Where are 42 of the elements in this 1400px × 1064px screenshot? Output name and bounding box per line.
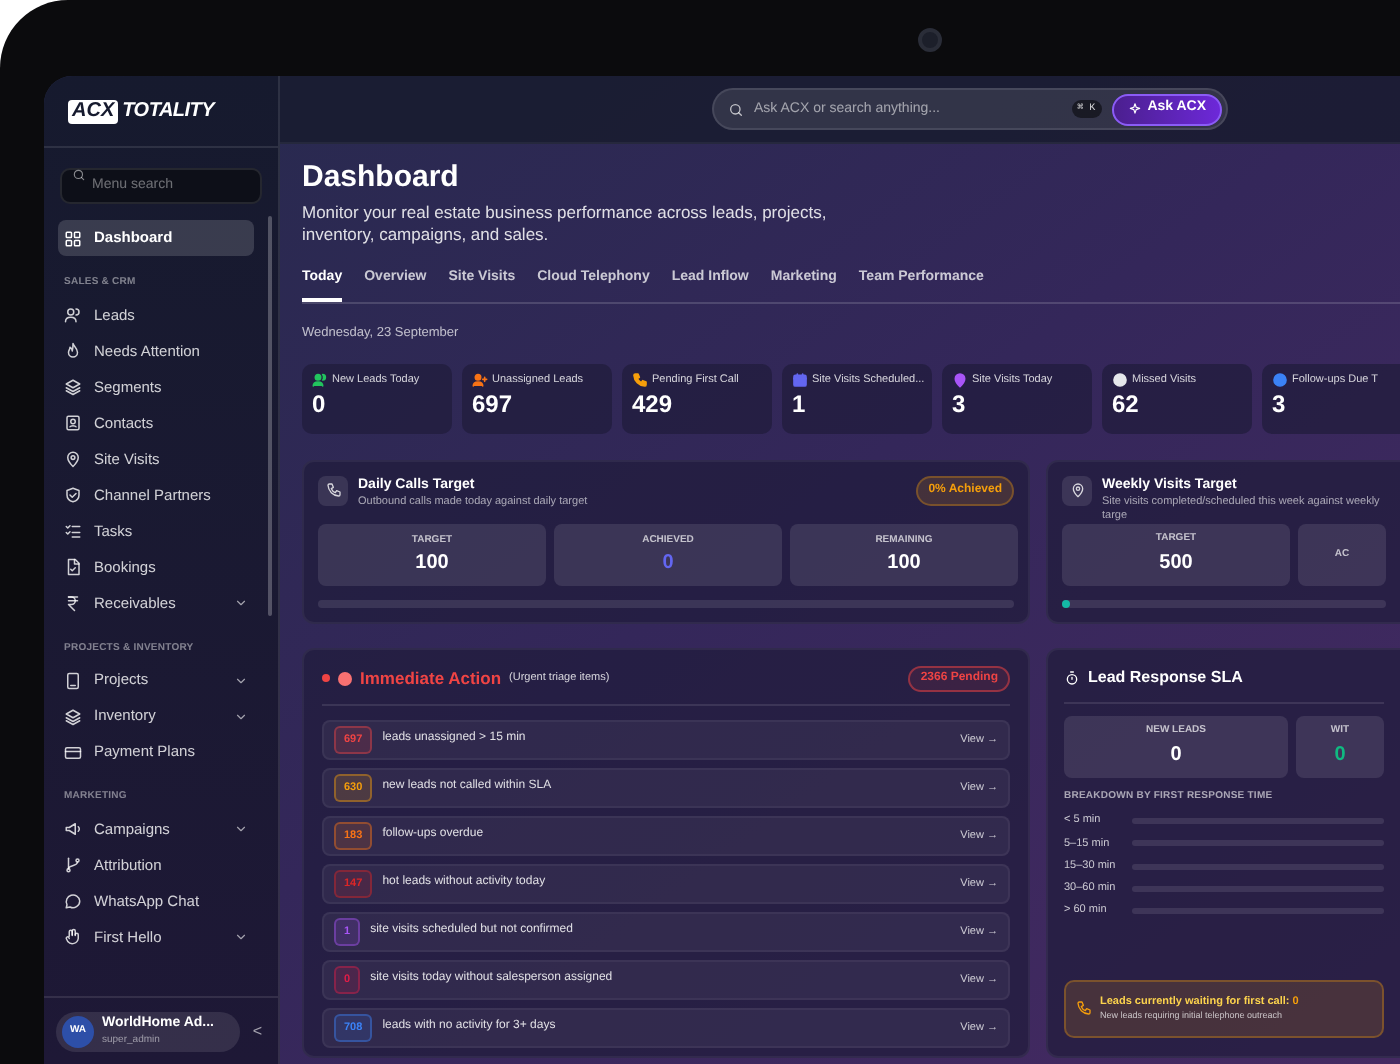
grid-icon [64, 229, 82, 247]
chat-bubble-icon [64, 892, 82, 910]
tile-value: 100 [887, 550, 921, 579]
checklist-icon [64, 522, 82, 540]
contact-card-icon [64, 414, 82, 432]
stat-value: 429 [632, 392, 675, 417]
users-icon [64, 306, 82, 324]
logo-text: TOTALITY [122, 101, 215, 121]
stat-value: 62 [1112, 392, 1141, 417]
tile-value: 0 [1334, 741, 1346, 770]
rupee-icon [64, 594, 82, 612]
map-pin-icon [64, 450, 82, 468]
shield-icon [64, 486, 82, 504]
tile-value: 100 [415, 550, 449, 579]
stat-value: 3 [952, 392, 968, 417]
layers-icon [64, 378, 82, 396]
map-pin-icon [1069, 482, 1085, 499]
hand-icon [64, 928, 82, 946]
page-title: Dashboard [302, 160, 461, 198]
phone-icon [1076, 1000, 1092, 1017]
collapse-button[interactable]: < [248, 1019, 266, 1043]
layers-icon [64, 707, 82, 725]
stat-value: 697 [472, 392, 515, 417]
phone-icon [325, 482, 341, 499]
stat-value: 3 [1272, 392, 1288, 417]
tile-value: 500 [1159, 549, 1193, 578]
logo-mark: ACX [68, 99, 119, 123]
credit-card-icon [64, 743, 82, 761]
card-title: Immediate Action [360, 666, 502, 692]
document-icon [64, 558, 82, 576]
tile-value: 0 [662, 550, 674, 579]
branch-icon [64, 856, 82, 874]
card-title: Lead Response SLA [1088, 665, 1243, 690]
megaphone-icon [64, 820, 82, 838]
stat-value: 1 [792, 392, 808, 417]
stat-value: 0 [312, 392, 328, 417]
search-icon [72, 167, 86, 181]
stopwatch-icon [1064, 669, 1080, 686]
page-subtitle: Monitor your real estate business performance across leads, projects, inventory, campaigns, and sales. [302, 201, 829, 248]
flame-icon [64, 342, 82, 360]
camera-icon [918, 28, 942, 52]
tile-value: 0 [1170, 741, 1182, 770]
